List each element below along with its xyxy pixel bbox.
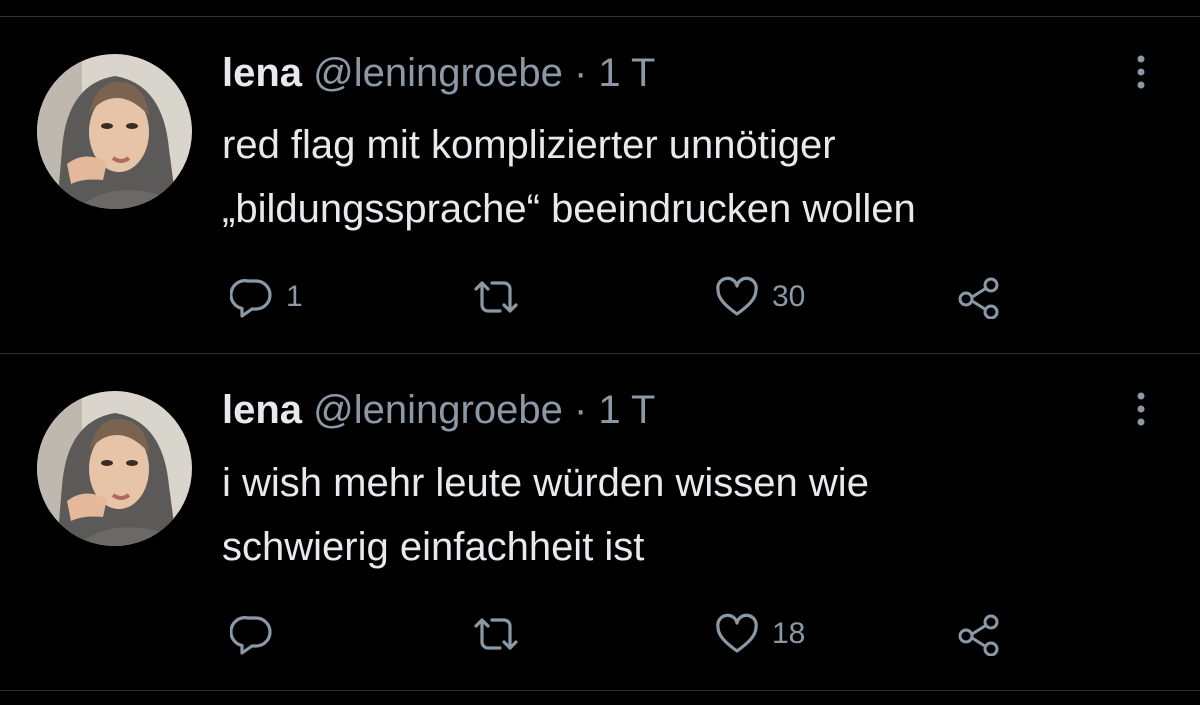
like-button[interactable]: 18 <box>714 612 805 656</box>
tweet-text: i wish mehr leute würden wissen wie schw… <box>222 461 869 569</box>
tweet[interactable]: lena @leningroebe · 1 T i wish mehr leut… <box>0 0 1200 690</box>
handle[interactable]: @leningroebe <box>313 388 563 432</box>
share-button[interactable] <box>956 612 1002 656</box>
display-name[interactable]: lena <box>222 388 302 432</box>
separator: · <box>573 388 588 432</box>
like-icon <box>714 612 760 656</box>
timestamp[interactable]: 1 T <box>598 388 655 432</box>
tweet-header: lena @leningroebe · 1 T <box>222 387 656 433</box>
bottom-divider <box>0 690 1200 691</box>
reply-icon <box>230 612 274 656</box>
share-icon <box>956 612 1002 656</box>
avatar[interactable] <box>37 391 192 546</box>
more-icon[interactable] <box>1126 389 1156 429</box>
reply-button[interactable] <box>230 612 286 656</box>
retweet-icon <box>470 612 522 656</box>
retweet-button[interactable] <box>470 612 534 656</box>
like-count: 18 <box>772 617 806 650</box>
